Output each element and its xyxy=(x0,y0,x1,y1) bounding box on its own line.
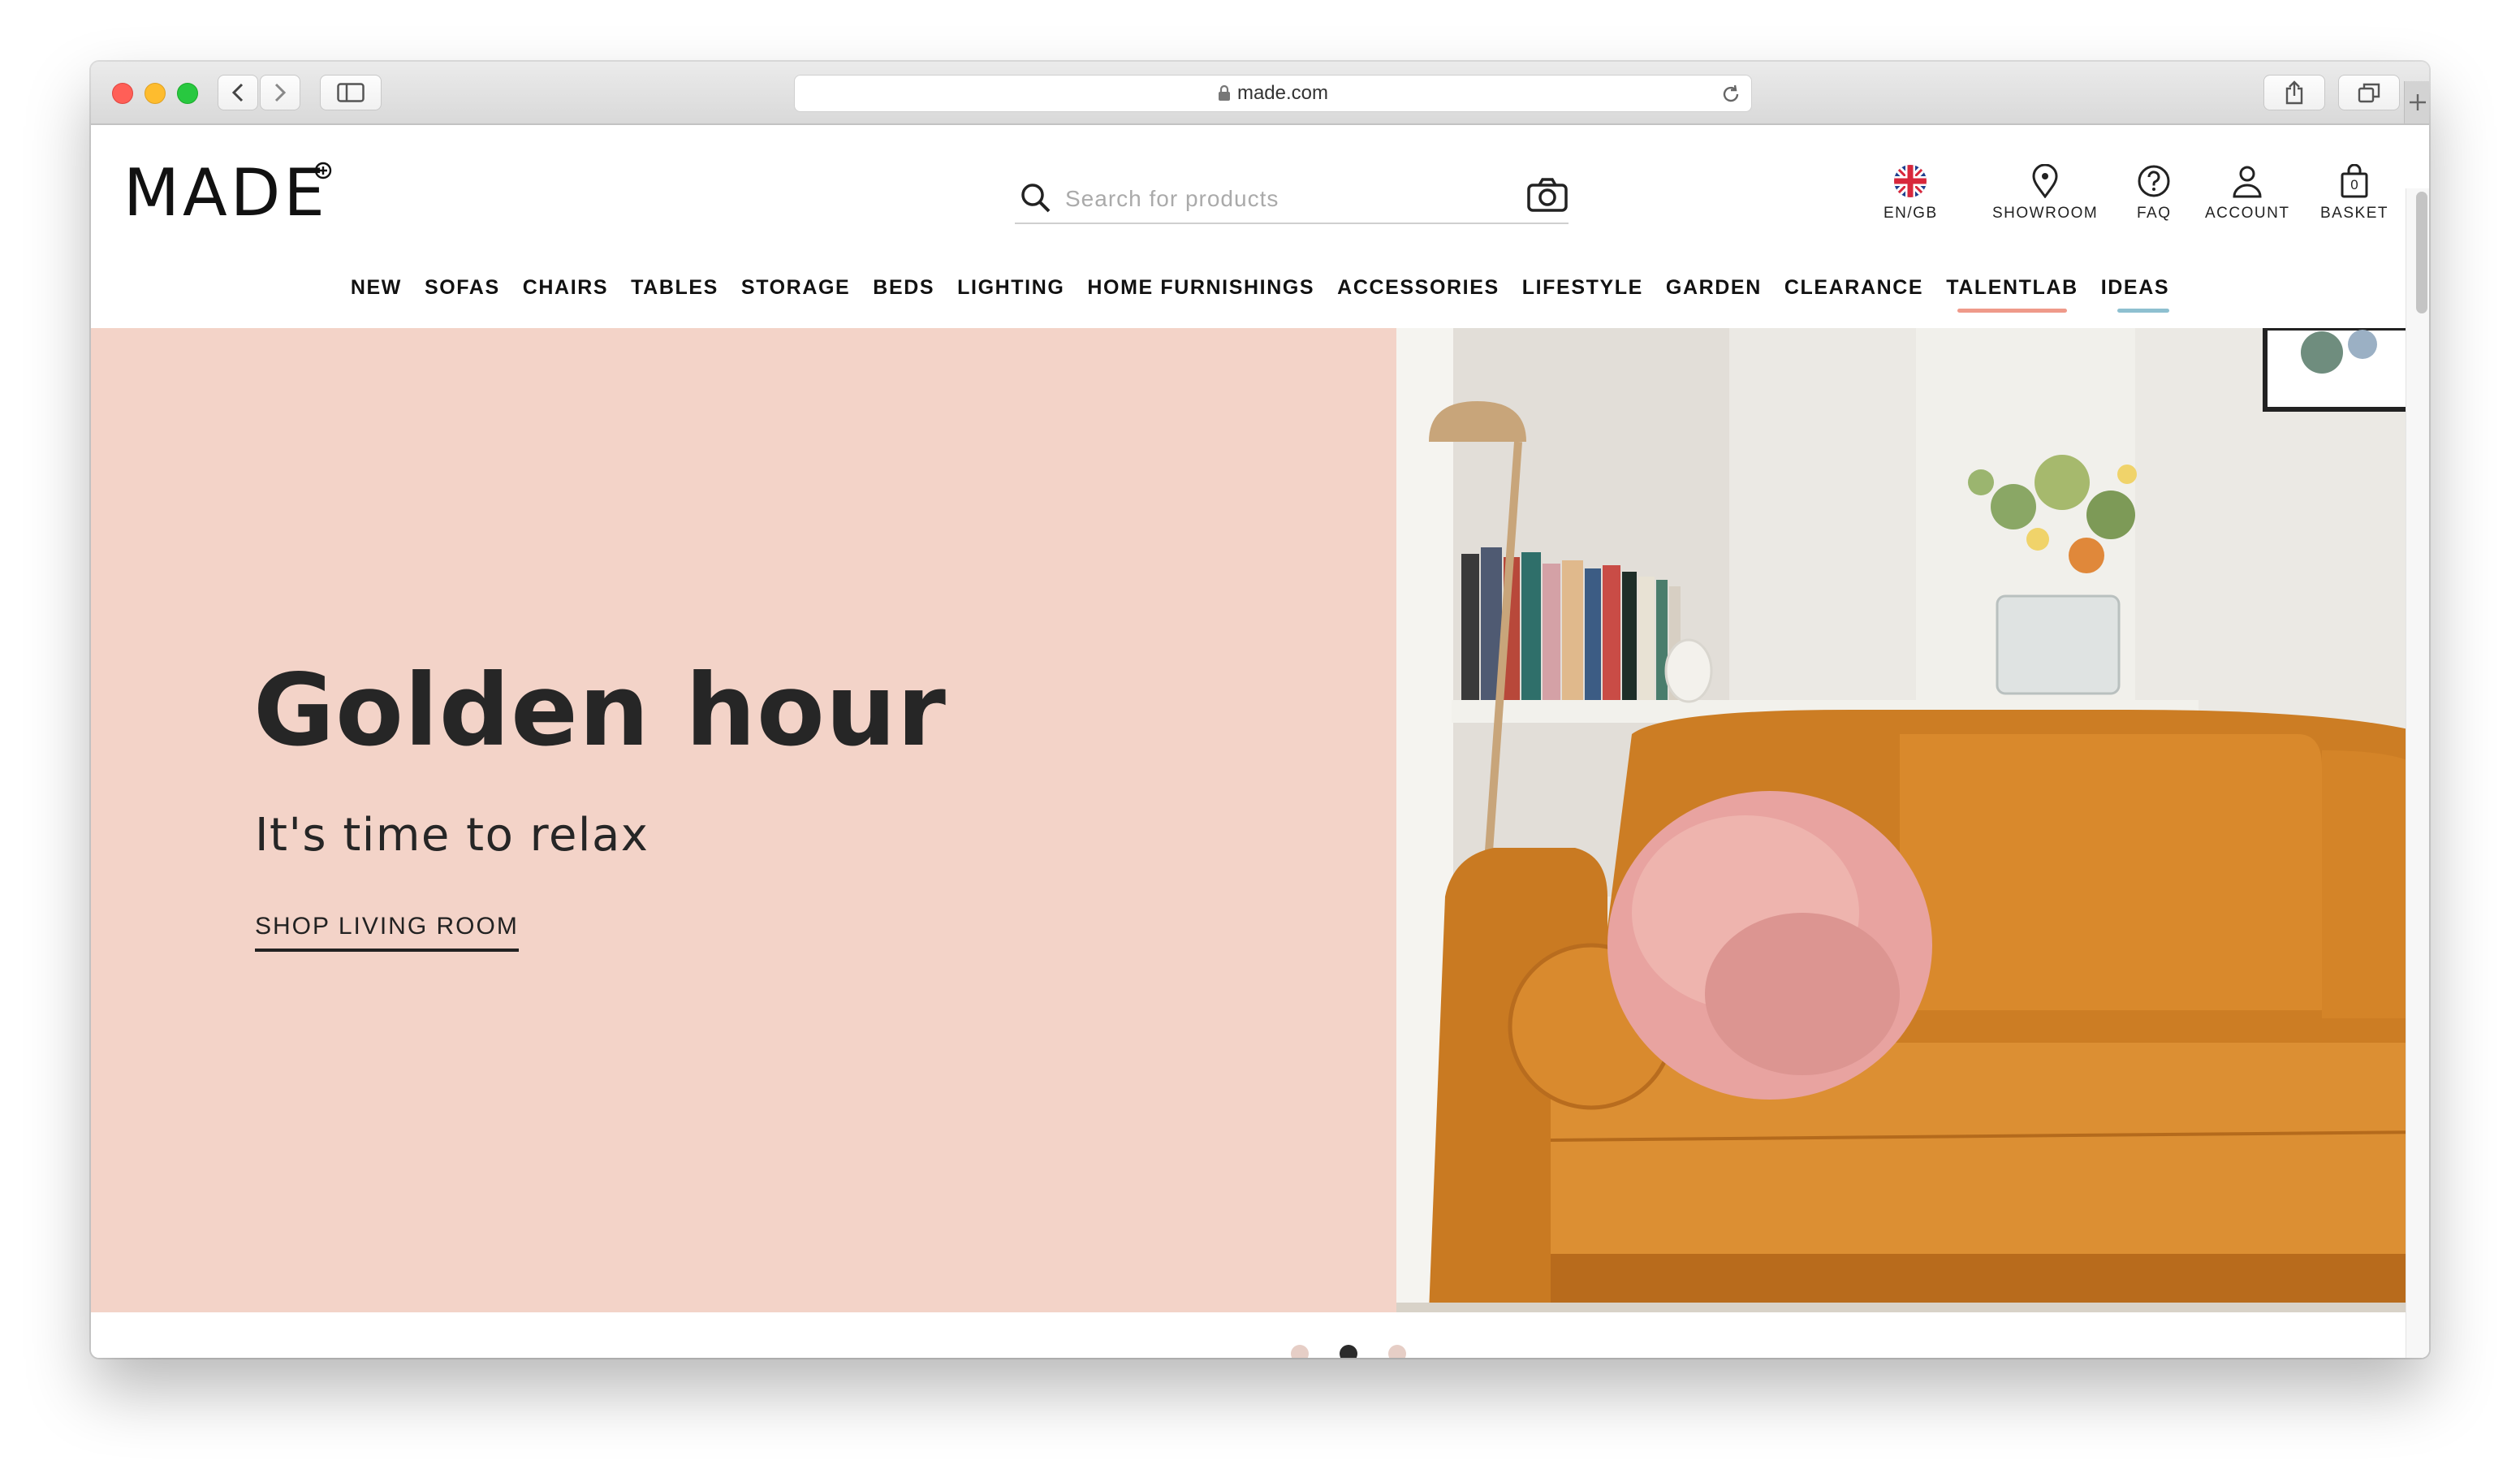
main-navigation: NEW SOFAS CHAIRS TABLES STORAGE BEDS LIG… xyxy=(91,276,2429,313)
lock-icon xyxy=(1218,85,1230,101)
showroom-link[interactable]: SHOWROOM xyxy=(1992,164,2098,223)
hero-image xyxy=(1396,328,2429,1312)
vase xyxy=(1664,638,1713,703)
showroom-label: SHOWROOM xyxy=(1992,205,2099,222)
nav-item-ideas[interactable]: IDEAS xyxy=(2101,276,2170,313)
tabs-button[interactable] xyxy=(2338,75,2400,110)
reload-icon[interactable] xyxy=(1720,84,1741,105)
zoom-window-button[interactable] xyxy=(177,83,198,104)
carousel-dot[interactable] xyxy=(1291,1345,1309,1358)
nav-item-accessories[interactable]: ACCESSORIES xyxy=(1337,276,1499,300)
search-icon[interactable] xyxy=(1020,182,1052,214)
carousel-dot-active[interactable] xyxy=(1340,1345,1357,1358)
nav-item-new[interactable]: NEW xyxy=(351,276,402,300)
carousel-dot[interactable] xyxy=(1388,1345,1406,1358)
nav-item-tables[interactable]: TABLES xyxy=(631,276,718,300)
forward-icon xyxy=(274,83,287,102)
basket-label: BASKET xyxy=(2320,205,2388,222)
search-bar xyxy=(1015,177,1569,224)
nav-item-chairs[interactable]: CHAIRS xyxy=(523,276,608,300)
nav-item-talentlab[interactable]: TALENTLAB xyxy=(1946,276,2078,313)
search-input[interactable] xyxy=(1064,182,1505,216)
nav-item-storage[interactable]: STORAGE xyxy=(741,276,850,300)
scrollbar-thumb[interactable] xyxy=(2416,192,2427,313)
share-icon xyxy=(2285,80,2303,105)
nav-item-lighting[interactable]: LIGHTING xyxy=(957,276,1064,300)
wall-art xyxy=(2263,328,2429,412)
carousel-dots xyxy=(1291,1345,1437,1358)
hero-subtitle: It's time to relax xyxy=(255,809,649,862)
nav-item-lifestyle[interactable]: LIFESTYLE xyxy=(1522,276,1643,300)
fluffy-cushion xyxy=(1607,791,1932,1100)
locale-label: EN/GB xyxy=(1884,205,1938,222)
share-button[interactable] xyxy=(2263,75,2325,110)
nav-item-garden[interactable]: GARDEN xyxy=(1666,276,1762,300)
close-window-button[interactable] xyxy=(112,83,133,104)
camera-icon[interactable] xyxy=(1526,177,1569,213)
account-label: ACCOUNT xyxy=(2205,205,2290,222)
plus-icon xyxy=(2410,94,2426,110)
forward-button[interactable] xyxy=(260,75,300,110)
registered-mark-icon xyxy=(314,162,332,179)
sidebar-button[interactable] xyxy=(320,75,382,110)
sidebar-icon xyxy=(337,83,365,102)
back-button[interactable] xyxy=(218,75,258,110)
minimize-window-button[interactable] xyxy=(145,83,166,104)
browser-toolbar: made.com xyxy=(91,62,2429,125)
help-circle-icon xyxy=(2138,165,2170,197)
url-text: made.com xyxy=(1236,82,1329,104)
browser-window: made.com MADE Search for products EN/GB … xyxy=(91,62,2429,1358)
living-room-illustration xyxy=(1396,328,2429,1312)
scrollbar-track xyxy=(2406,188,2429,1358)
address-bar[interactable]: made.com xyxy=(794,75,1752,112)
hero-panel: Golden hour It's time to relax SHOP LIVI… xyxy=(91,328,1406,1358)
locale-selector[interactable]: EN/GB xyxy=(1884,164,1938,223)
faq-label: FAQ xyxy=(2137,205,2172,222)
new-tab-button[interactable] xyxy=(2404,81,2429,123)
nav-item-clearance[interactable]: CLEARANCE xyxy=(1784,276,1923,300)
nav-item-sofas[interactable]: SOFAS xyxy=(425,276,500,300)
faq-link[interactable]: FAQ xyxy=(2137,164,2172,223)
page-content: MADE EN/GB SH xyxy=(91,125,2429,1358)
user-icon xyxy=(2233,166,2262,198)
shop-living-room-link[interactable]: SHOP LIVING ROOM xyxy=(255,913,519,952)
basket-icon: 0 xyxy=(2340,163,2369,198)
basket-link[interactable]: 0 BASKET xyxy=(2320,163,2388,223)
back-icon xyxy=(231,83,244,102)
hero-title: Golden hour xyxy=(253,653,947,768)
made-logo[interactable]: MADE xyxy=(123,161,328,226)
nav-item-home-furnishings[interactable]: HOME FURNISHINGS xyxy=(1087,276,1314,300)
account-link[interactable]: ACCOUNT xyxy=(2205,164,2289,223)
nav-item-beds[interactable]: BEDS xyxy=(873,276,934,300)
location-pin-icon xyxy=(2032,164,2058,198)
tabs-icon xyxy=(2358,83,2380,103)
uk-flag-icon xyxy=(1894,165,1927,197)
basket-count: 0 xyxy=(2350,177,2358,192)
